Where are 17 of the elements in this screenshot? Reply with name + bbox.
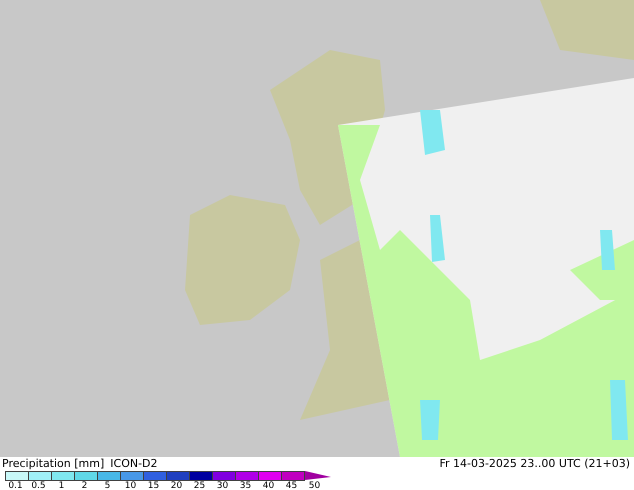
- legend-label: 15: [148, 481, 160, 490]
- legend-label: 45: [286, 481, 298, 490]
- legend-label: 40: [262, 481, 274, 490]
- legend-label: 50: [308, 481, 320, 490]
- legend-label: 1: [58, 481, 64, 490]
- legend-label: 5: [104, 481, 110, 490]
- legend-label: 35: [240, 481, 252, 490]
- valid-time: Fr 14-03-2025 23..00 UTC (21+03): [439, 457, 630, 470]
- legend-label: 10: [124, 481, 136, 490]
- legend-label: 0.5: [31, 481, 46, 490]
- legend-label: 0.1: [8, 481, 23, 490]
- legend-label: 25: [194, 481, 206, 490]
- legend-label: 30: [216, 481, 228, 490]
- legend-label: 20: [170, 481, 182, 490]
- model-name: ICON-D2: [110, 457, 158, 470]
- legend-label: 2: [82, 481, 88, 490]
- map-title: Precipitation [mm]: [2, 457, 104, 470]
